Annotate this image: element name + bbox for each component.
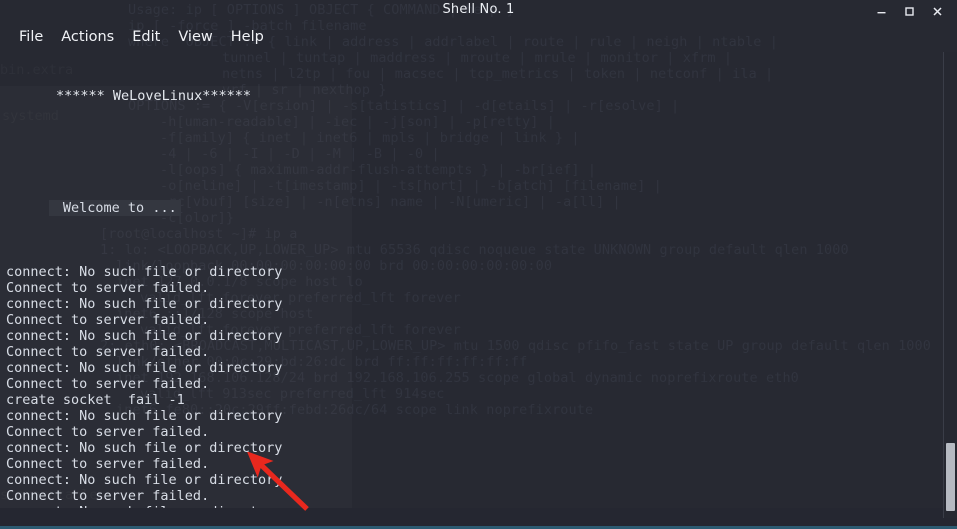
- terminal-line: Connect to server failed.: [6, 312, 210, 328]
- terminal-line: Connect to server failed.: [6, 376, 210, 392]
- menu-item-view[interactable]: View: [169, 27, 221, 47]
- terminal-line: connect: No such file or directory: [6, 440, 283, 456]
- terminal-line: create socket fail -1: [6, 392, 185, 408]
- terminal-line: Connect to server failed.: [6, 488, 210, 504]
- terminal-line: connect: No such file or directory: [6, 328, 283, 344]
- menu-item-help[interactable]: Help: [222, 27, 273, 47]
- log-lines: connect: No such file or directory Connec…: [0, 264, 945, 529]
- close-button[interactable]: [923, 0, 951, 22]
- vertical-scrollbar[interactable]: [943, 52, 957, 518]
- title-bar[interactable]: Shell No. 1: [0, 0, 957, 22]
- terminal-output[interactable]: ****** WeLoveLinux****** Welcome to ... …: [0, 56, 945, 529]
- minimize-button[interactable]: [867, 0, 895, 22]
- terminal-line: connect: No such file or directory: [6, 296, 283, 312]
- bottom-strip: [0, 508, 957, 526]
- window-controls: [867, 0, 951, 22]
- terminal-line: connect: No such file or directory: [6, 472, 283, 488]
- terminal-line: connect: No such file or directory: [6, 264, 283, 280]
- terminal-window: Usage: ip [ OPTIONS ] OBJECT { COMMAND |…: [0, 0, 957, 529]
- welcome-line-wrap: Welcome to ...: [0, 184, 945, 232]
- menu-item-file[interactable]: File: [10, 27, 52, 47]
- terminal-line: connect: No such file or directory: [6, 360, 283, 376]
- terminal-line: connect: No such file or directory: [6, 408, 283, 424]
- banner-line: ****** WeLoveLinux******: [56, 88, 252, 104]
- menu-item-actions[interactable]: Actions: [52, 27, 123, 47]
- scrollbar-thumb[interactable]: [946, 443, 955, 511]
- welcome-line: Welcome to ...: [48, 200, 181, 216]
- terminal-line: Connect to server failed.: [6, 280, 210, 296]
- window-title: Shell No. 1: [442, 2, 515, 17]
- maximize-button[interactable]: [895, 0, 923, 22]
- menu-bar: File Actions Edit View Help: [0, 24, 273, 50]
- menu-item-edit[interactable]: Edit: [123, 27, 169, 47]
- terminal-line: Connect to server failed.: [6, 456, 210, 472]
- terminal-line: Connect to server failed.: [6, 424, 210, 440]
- terminal-line: Connect to server failed.: [6, 344, 210, 360]
